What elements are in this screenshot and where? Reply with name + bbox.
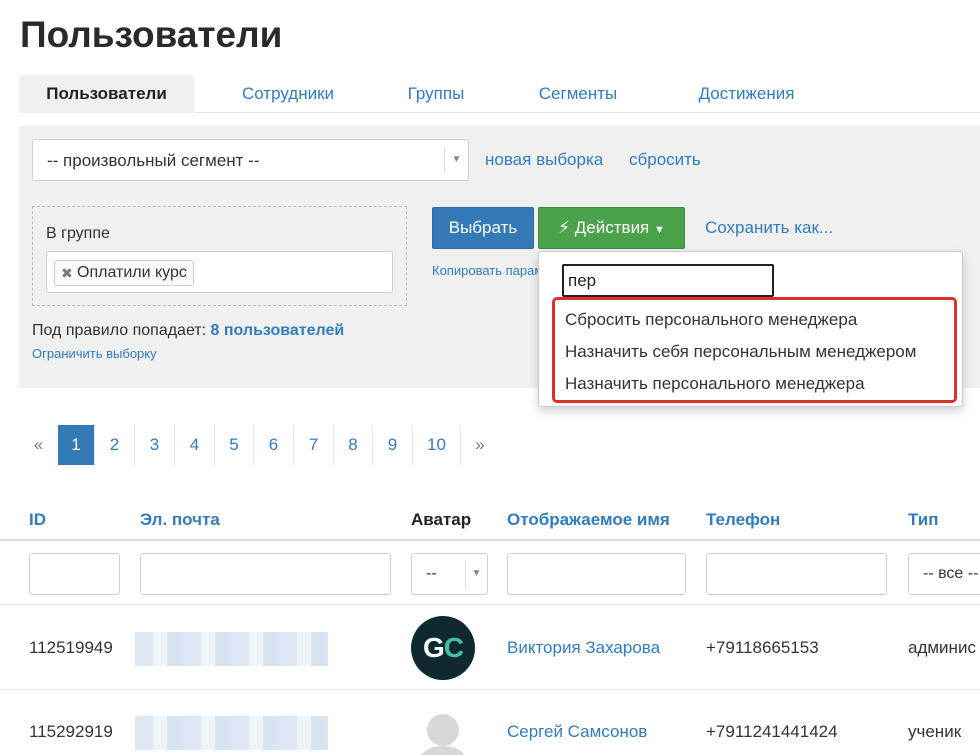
chevron-down-icon: ▼ bbox=[465, 560, 487, 588]
name-filter-input[interactable] bbox=[507, 553, 686, 595]
match-count: Под правило попадает: 8 пользователей bbox=[32, 322, 344, 340]
type-filter-value: -- все -- bbox=[923, 565, 979, 582]
row-phone: +79118665153 bbox=[706, 638, 819, 657]
page-8[interactable]: 8 bbox=[334, 425, 373, 465]
page-prev[interactable]: « bbox=[19, 425, 58, 465]
tab-users[interactable]: Пользователи bbox=[19, 75, 194, 113]
match-count-value[interactable]: 8 пользователей bbox=[211, 322, 345, 339]
avatar-filter-value: -- bbox=[426, 565, 437, 582]
page-5[interactable]: 5 bbox=[215, 425, 254, 465]
column-email[interactable]: Эл. почта bbox=[140, 510, 220, 530]
page-next[interactable]: » bbox=[461, 425, 499, 465]
rule-label: В группе bbox=[46, 225, 110, 242]
reset-link[interactable]: сбросить bbox=[629, 150, 701, 170]
group-tag: ✖ Оплатили курс bbox=[54, 260, 194, 286]
page-9[interactable]: 9 bbox=[373, 425, 413, 465]
table-filter-row: -- ▼ -- все -- bbox=[0, 541, 980, 605]
action-assign-self-manager[interactable]: Назначить себя персональным менеджером bbox=[565, 342, 916, 362]
column-id[interactable]: ID bbox=[29, 510, 46, 530]
default-avatar-icon bbox=[411, 704, 475, 755]
row-id: 112519949 bbox=[29, 638, 113, 657]
email-redacted bbox=[135, 716, 328, 750]
row-id: 115292919 bbox=[29, 722, 113, 741]
row-phone: +7911241441424 bbox=[706, 722, 838, 741]
segment-select-value: -- произвольный сегмент -- bbox=[47, 151, 260, 170]
page-title: Пользователи bbox=[20, 14, 283, 55]
row-type: ученик bbox=[908, 722, 962, 741]
phone-filter-input[interactable] bbox=[706, 553, 887, 595]
page-1[interactable]: 1 bbox=[58, 425, 95, 465]
page-2[interactable]: 2 bbox=[95, 425, 135, 465]
page-6[interactable]: 6 bbox=[254, 425, 294, 465]
email-filter-input[interactable] bbox=[140, 553, 391, 595]
match-count-prefix: Под правило попадает: bbox=[32, 322, 207, 339]
column-type[interactable]: Тип bbox=[908, 510, 938, 530]
segment-select[interactable]: -- произвольный сегмент -- ▼ bbox=[32, 139, 469, 181]
caret-down-icon: ▼ bbox=[654, 224, 665, 236]
table-row[interactable]: 115292919 Сергей Самсонов +7911241441424… bbox=[0, 690, 980, 755]
save-as-link[interactable]: Сохранить как... bbox=[705, 218, 833, 238]
tab-achievements[interactable]: Достижения bbox=[669, 75, 824, 113]
actions-button-label: Действия bbox=[574, 218, 650, 237]
column-avatar: Аватар bbox=[411, 510, 472, 529]
actions-dropdown: Сбросить персонального менеджера Назначи… bbox=[538, 251, 963, 407]
limit-selection-link[interactable]: Ограничить выборку bbox=[32, 346, 157, 361]
tab-employees[interactable]: Сотрудники bbox=[214, 75, 362, 113]
id-filter-input[interactable] bbox=[29, 553, 120, 595]
group-tag-input[interactable]: ✖ Оплатили курс bbox=[46, 251, 393, 293]
lightning-icon: ⚡ bbox=[558, 218, 571, 237]
rule-box: В группе ✖ Оплатили курс bbox=[32, 206, 407, 306]
page-7[interactable]: 7 bbox=[294, 425, 334, 465]
table-header: ID Эл. почта Аватар Отображаемое имя Тел… bbox=[0, 495, 980, 541]
row-display-name[interactable]: Виктория Захарова bbox=[507, 638, 660, 658]
new-selection-link[interactable]: новая выборка bbox=[485, 150, 603, 170]
action-reset-manager[interactable]: Сбросить персонального менеджера bbox=[565, 310, 857, 330]
tab-groups[interactable]: Группы bbox=[387, 75, 485, 113]
actions-search-input[interactable] bbox=[562, 264, 774, 297]
select-button[interactable]: Выбрать bbox=[432, 207, 534, 249]
group-tag-label: Оплатили курс bbox=[77, 264, 187, 281]
avatar-initials: GC bbox=[422, 632, 464, 663]
column-phone[interactable]: Телефон bbox=[706, 510, 780, 530]
row-type: админис bbox=[908, 638, 976, 657]
copy-params-link[interactable]: Копировать параметры bbox=[432, 263, 538, 278]
page-3[interactable]: 3 bbox=[135, 425, 175, 465]
page-10[interactable]: 10 bbox=[413, 425, 461, 465]
avatar: GC bbox=[411, 616, 475, 680]
page-4[interactable]: 4 bbox=[175, 425, 215, 465]
action-assign-manager[interactable]: Назначить персонального менеджера bbox=[565, 374, 865, 394]
tab-bar: Пользователи Сотрудники Группы Сегменты … bbox=[19, 75, 980, 113]
table-row[interactable]: 112519949 GC Виктория Захарова +79118665… bbox=[0, 606, 980, 690]
actions-button[interactable]: ⚡ Действия ▼ bbox=[538, 207, 685, 249]
row-display-name[interactable]: Сергей Самсонов bbox=[507, 722, 647, 742]
remove-tag-icon[interactable]: ✖ bbox=[61, 261, 73, 285]
chevron-down-icon: ▼ bbox=[444, 146, 468, 174]
email-redacted bbox=[135, 632, 328, 666]
tab-segments[interactable]: Сегменты bbox=[513, 75, 643, 113]
type-filter-select[interactable]: -- все -- bbox=[908, 553, 980, 595]
column-display-name[interactable]: Отображаемое имя bbox=[507, 510, 670, 530]
avatar-filter-select[interactable]: -- ▼ bbox=[411, 553, 488, 595]
